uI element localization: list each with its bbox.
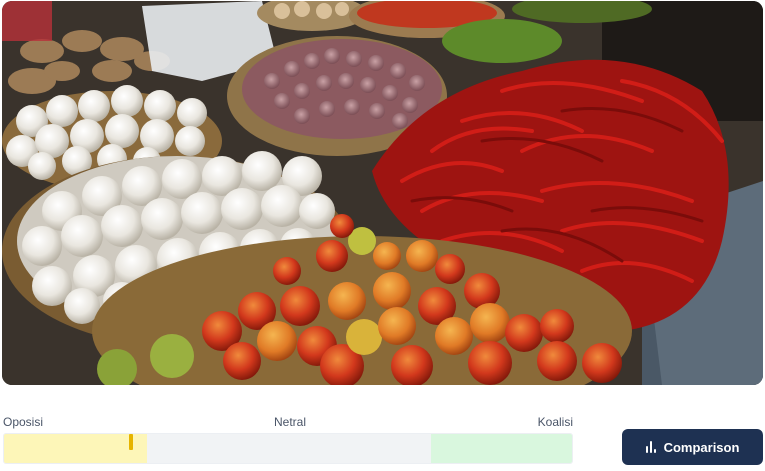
neutral-segment: [147, 434, 431, 463]
scale-label-opposition: Oposisi: [3, 415, 44, 429]
comparison-button-label: Comparison: [663, 439, 740, 455]
comparison-button[interactable]: Comparison: [622, 429, 763, 465]
bar-chart-icon: [645, 441, 656, 453]
political-scale-labels: Oposisi Netral Koalisi: [3, 415, 573, 431]
opposition-segment: [4, 434, 147, 463]
scale-label-coalition: Koalisi: [537, 415, 573, 429]
political-spectrum-bar: [3, 433, 573, 464]
scale-label-neutral: Netral: [274, 415, 307, 429]
article-image: [2, 1, 763, 385]
market-produce-photo: [2, 1, 763, 385]
coalition-segment: [431, 434, 572, 463]
spectrum-position-marker: [129, 434, 133, 450]
